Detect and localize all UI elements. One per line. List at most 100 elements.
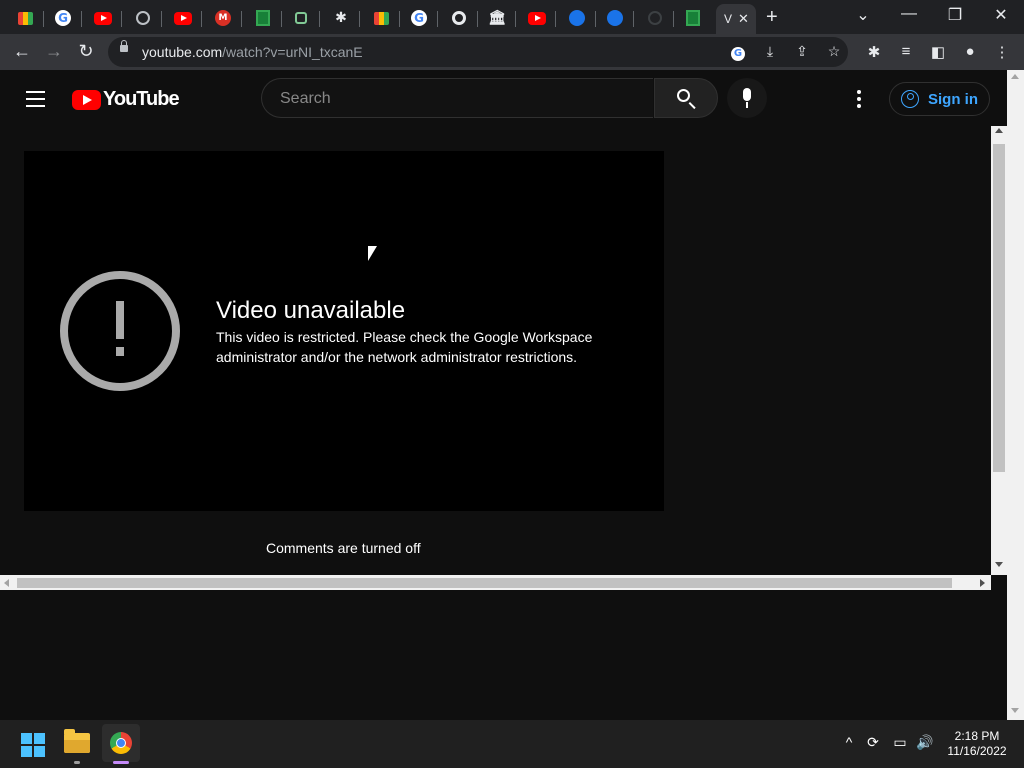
youtube-logo-text: YouTube — [103, 88, 180, 110]
new-tab-button[interactable]: + — [766, 6, 778, 29]
close-window-button[interactable]: ✕ — [986, 5, 1016, 25]
error-title: Video unavailable — [216, 297, 406, 324]
tab-sheets-2[interactable] — [674, 4, 712, 32]
tab-bank[interactable]: 🏛 — [478, 4, 516, 32]
clock-time: 2:18 PM — [954, 729, 1000, 743]
search-box[interactable] — [261, 78, 653, 119]
volume-icon[interactable]: 🔊 — [914, 734, 936, 751]
lock-icon[interactable] — [120, 40, 128, 52]
clock-date: 11/16/2022 — [947, 744, 1007, 758]
voice-search-button[interactable] — [727, 78, 767, 118]
tab-search-icon[interactable]: ⌄ — [848, 5, 878, 25]
chrome-taskbar-button[interactable] — [102, 724, 140, 762]
youtube-icon — [528, 11, 546, 25]
tab-youtube-3[interactable] — [518, 4, 556, 32]
clock[interactable]: 2:18 PM 11/16/2022 — [940, 729, 1014, 759]
page-vertical-scrollbar[interactable] — [991, 126, 1007, 575]
scroll-up-arrow-icon[interactable] — [1011, 74, 1019, 79]
tab-strip: G M ✱ G 🏛 V ✕ + ⌄ — ❐ ✕ — [0, 0, 1024, 34]
bookmark-star-icon[interactable]: ☆ — [824, 43, 844, 60]
url-host: youtube.com — [142, 44, 223, 60]
tab-sheets-1[interactable] — [244, 4, 282, 32]
scrollbar-thumb[interactable] — [993, 144, 1005, 472]
scroll-down-arrow-icon[interactable] — [1011, 708, 1019, 713]
search-icon — [677, 89, 690, 102]
sheets-icon — [686, 10, 700, 26]
tab-dark[interactable] — [636, 4, 674, 32]
tab-google-2[interactable]: G — [400, 4, 438, 32]
extensions-icon[interactable]: ✱ — [864, 43, 884, 61]
microphone-icon — [743, 88, 751, 101]
profile-icon[interactable]: ● — [960, 43, 980, 60]
tab-m[interactable]: M — [204, 4, 242, 32]
horizontal-scrollbar-thumb[interactable] — [17, 578, 952, 588]
tab-active[interactable]: V ✕ — [716, 4, 756, 34]
mouse-cursor-icon — [368, 246, 377, 261]
google-icon: G — [55, 10, 71, 26]
hamburger-menu-icon[interactable] — [26, 91, 45, 112]
side-panel-icon[interactable]: ◧ — [928, 43, 948, 61]
youtube-play-icon — [72, 89, 101, 110]
m-logo-icon: M — [215, 10, 231, 26]
window-vertical-scrollbar[interactable] — [1007, 70, 1024, 720]
media-controls-icon[interactable]: ≡ — [896, 43, 916, 60]
file-explorer-icon[interactable] — [64, 729, 90, 753]
tab-shopping-2[interactable] — [362, 4, 400, 32]
tab-google[interactable]: G — [44, 4, 82, 32]
sheets-icon — [256, 10, 270, 26]
back-button[interactable]: ← — [10, 41, 34, 62]
tab-square[interactable] — [282, 4, 320, 32]
video-player[interactable]: Video unavailable This video is restrict… — [24, 151, 664, 511]
windows-start-icon[interactable] — [21, 733, 45, 757]
sign-in-button[interactable]: Sign in — [889, 82, 990, 116]
shopping-bag-icon — [17, 11, 33, 25]
youtube-page: YouTube Sign in Video unavailable This v… — [0, 70, 1007, 590]
tab-blue-1[interactable] — [558, 4, 596, 32]
sign-in-label: Sign in — [928, 90, 978, 108]
dark-circle-icon — [648, 11, 662, 25]
google-lens-icon[interactable]: G — [728, 43, 748, 61]
taskbar: ^ ⟳ ▭ 🔊 2:18 PM 11/16/2022 — [0, 720, 1024, 768]
minimize-button[interactable]: — — [894, 5, 924, 23]
chevron-up-icon[interactable]: ^ — [838, 734, 860, 750]
url-path: /watch?v=urNI_txcanE — [222, 44, 363, 60]
rounded-square-icon — [295, 12, 307, 24]
search-button[interactable] — [654, 78, 718, 118]
tab-globe[interactable] — [124, 4, 162, 32]
chrome-icon — [110, 732, 132, 754]
comments-status: Comments are turned off — [266, 540, 421, 556]
forward-button[interactable]: → — [42, 41, 66, 62]
install-icon[interactable]: ⤓ — [760, 43, 780, 60]
browser-toolbar: ← → ↻ youtube.com/watch?v=urNI_txcanE G … — [0, 34, 1024, 70]
tab-youtube-1[interactable] — [84, 4, 122, 32]
share-icon[interactable]: ⇪ — [792, 43, 812, 60]
search-input[interactable] — [278, 79, 642, 119]
youtube-logo[interactable]: YouTube — [72, 88, 180, 111]
tab-shopping[interactable] — [6, 4, 44, 32]
tab-title: V — [724, 12, 733, 26]
active-indicator — [113, 761, 129, 764]
shopping-bag-icon — [373, 11, 389, 25]
tab-extension[interactable]: ✱ — [322, 4, 360, 32]
scroll-right-arrow-icon[interactable] — [980, 579, 985, 587]
tab-chrome[interactable] — [440, 4, 478, 32]
page-horizontal-scrollbar[interactable] — [0, 575, 991, 590]
scroll-down-arrow-icon[interactable] — [995, 562, 1003, 567]
settings-kebab-icon[interactable] — [857, 90, 861, 111]
restore-button[interactable]: ❐ — [940, 5, 970, 25]
globe-icon — [136, 11, 150, 25]
reload-button[interactable]: ↻ — [74, 41, 98, 62]
bank-icon: 🏛 — [488, 10, 506, 26]
scroll-up-arrow-icon[interactable] — [995, 128, 1003, 133]
scroll-left-arrow-icon[interactable] — [4, 579, 9, 587]
close-tab-icon[interactable]: ✕ — [738, 11, 749, 27]
sync-alert-icon[interactable]: ⟳ — [862, 734, 884, 751]
menu-kebab-icon[interactable]: ⋮ — [992, 43, 1012, 61]
tab-blue-2[interactable] — [596, 4, 634, 32]
blue-circle-icon — [607, 10, 623, 26]
network-icon[interactable]: ▭ — [889, 734, 911, 751]
address-bar[interactable]: youtube.com/watch?v=urNI_txcanE G ⤓ ⇪ ☆ — [108, 37, 848, 67]
youtube-icon — [174, 11, 192, 25]
tab-youtube-2[interactable] — [164, 4, 202, 32]
url-text[interactable]: youtube.com/watch?v=urNI_txcanE — [142, 44, 363, 60]
